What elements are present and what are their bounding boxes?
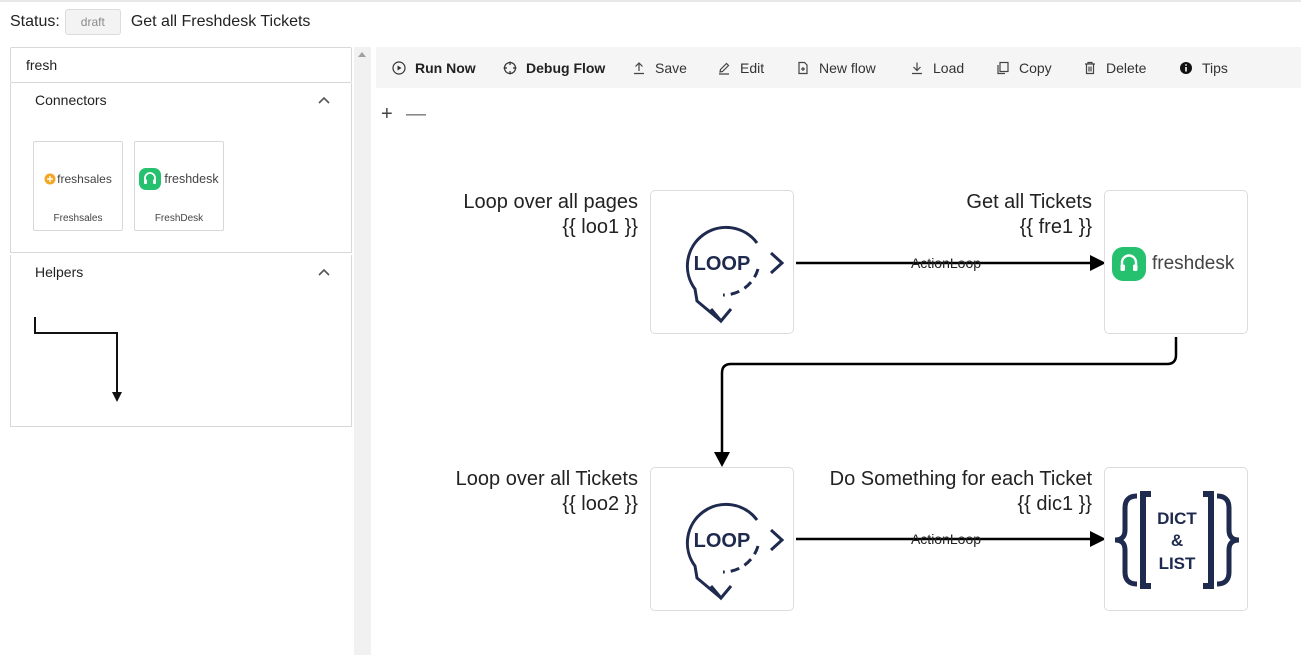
chevron-up-icon (318, 96, 330, 104)
search-input[interactable] (10, 47, 352, 83)
connector-label: FreshDesk (154, 213, 204, 224)
freshsales-icon (44, 173, 56, 185)
edge-loop2-to-dict1[interactable]: ActionLoop (796, 531, 1106, 547)
node-title: Loop over all Tickets (455, 468, 638, 490)
helpers-section: Helpers (10, 255, 352, 427)
node-title: Loop over all pages (463, 191, 638, 213)
node-dict1[interactable]: DICT & LIST (1104, 467, 1248, 611)
edge-label: ActionLoop (911, 255, 981, 271)
freshdesk-logo: freshdesk (135, 164, 223, 194)
node-ref: {{ fre1 }} (1019, 216, 1092, 238)
freshdesk-logo-text: freshdesk (1152, 253, 1235, 274)
node-fresh1[interactable]: freshdesk (1104, 190, 1248, 334)
scrollbar[interactable] (354, 47, 371, 655)
loop-icon-text: LOOP (694, 530, 751, 552)
node-ref: {{ loo2 }} (562, 493, 638, 515)
loop-icon: LOOP (685, 502, 785, 601)
node-label-dict1: Do Something for each Ticket {{ dic1 }} (830, 467, 1092, 517)
freshsales-logo-text: freshsales (57, 172, 112, 186)
connector-label: Freshsales (53, 213, 103, 224)
loop-icon: LOOP (685, 225, 785, 324)
node-ref: {{ loo1 }} (562, 216, 638, 238)
helpers-header[interactable]: Helpers (11, 255, 351, 289)
loop-icon-text: LOOP (694, 253, 751, 275)
status-label: Status: (10, 13, 60, 30)
connector-arrow-helper[interactable] (29, 313, 129, 403)
connectors-header[interactable]: Connectors (11, 83, 351, 117)
freshdesk-logo: freshdesk (1112, 247, 1234, 281)
connectors-title: Connectors (35, 92, 107, 108)
status-bar: Status: draft Get all Freshdesk Tickets (0, 8, 310, 36)
node-title: Get all Tickets (966, 191, 1092, 213)
dict-list-icon: DICT & LIST (1114, 491, 1240, 589)
edge-loop1-to-fresh1[interactable]: ActionLoop (796, 255, 1106, 271)
scroll-up-arrow-icon[interactable] (358, 52, 366, 57)
freshdesk-logo-text: freshdesk (164, 172, 219, 186)
freshdesk-icon (1112, 247, 1146, 281)
top-border (0, 0, 1301, 2)
node-loop1[interactable]: LOOP (650, 190, 794, 334)
flow-canvas[interactable]: Run Now Debug Flow Save Edit New flow Lo… (376, 47, 1301, 655)
dict-icon-line: LIST (1159, 554, 1196, 573)
node-label-fresh1: Get all Tickets {{ fre1 }} (966, 190, 1092, 240)
connectors-section: Connectors freshsales Freshsales freshde… (10, 83, 352, 253)
left-panel: Connectors freshsales Freshsales (10, 47, 352, 427)
dict-icon-line: & (1171, 531, 1183, 550)
status-badge[interactable]: draft (64, 9, 121, 35)
node-ref: {{ dic1 }} (1017, 493, 1092, 515)
node-label-loop2: Loop over all Tickets {{ loo2 }} (456, 467, 638, 517)
node-loop2[interactable]: LOOP (650, 467, 794, 611)
helpers-title: Helpers (35, 264, 84, 280)
edge-label: ActionLoop (911, 531, 981, 547)
node-title: Do Something for each Ticket (829, 468, 1092, 490)
freshsales-logo: freshsales (34, 164, 122, 194)
connector-tile-freshdesk[interactable]: freshdesk FreshDesk (134, 141, 224, 231)
chevron-up-icon (318, 268, 330, 276)
edge-fresh1-to-loop2[interactable] (714, 337, 1178, 467)
connector-tile-freshsales[interactable]: freshsales Freshsales (33, 141, 123, 231)
node-label-loop1: Loop over all pages {{ loo1 }} (463, 190, 638, 240)
flow-title[interactable]: Get all Freshdesk Tickets (131, 13, 311, 31)
dict-icon-line: DICT (1157, 509, 1197, 528)
freshdesk-icon (139, 168, 162, 190)
